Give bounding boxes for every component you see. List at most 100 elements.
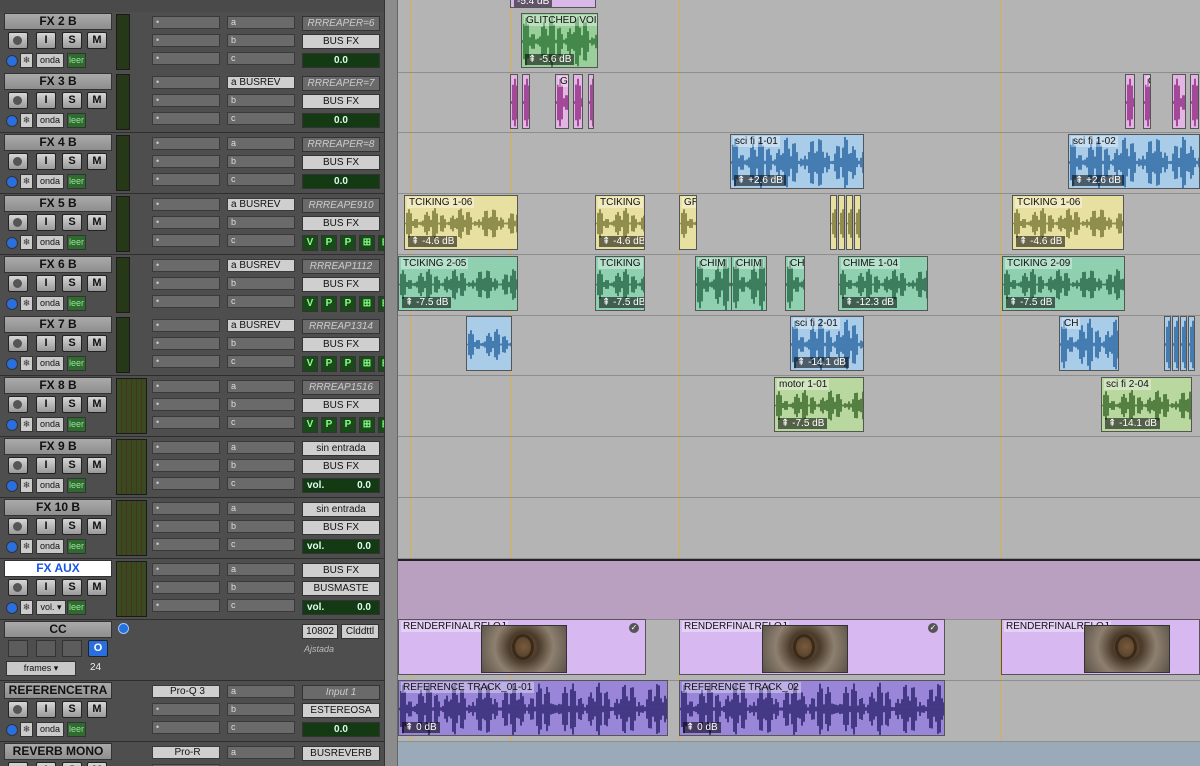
- p-toggle[interactable]: P: [321, 235, 337, 251]
- voice-icon[interactable]: [6, 237, 18, 249]
- input-selector[interactable]: BUS FX: [302, 563, 380, 578]
- record-arm-button[interactable]: [8, 92, 28, 109]
- grid-toggle[interactable]: ⊞: [359, 235, 375, 251]
- voice-icon[interactable]: [6, 419, 18, 431]
- snowflake-icon[interactable]: ❄: [20, 722, 33, 737]
- automation-read-button[interactable]: leer: [67, 235, 86, 250]
- input-monitor-button[interactable]: I: [36, 153, 56, 170]
- input-monitor-button[interactable]: I: [36, 579, 56, 596]
- voice-icon[interactable]: [6, 115, 18, 127]
- solo-button[interactable]: S: [62, 32, 82, 49]
- audio-clip[interactable]: [522, 74, 530, 129]
- audio-clip[interactable]: [1164, 316, 1171, 371]
- automation-read-button[interactable]: leer: [67, 722, 86, 737]
- audio-clip[interactable]: [588, 74, 594, 129]
- automation-read-button[interactable]: leer: [67, 478, 86, 493]
- send-slot[interactable]: b: [227, 155, 295, 168]
- send-slot[interactable]: b: [227, 216, 295, 229]
- audio-clip[interactable]: TCIKING 2-05 ⇞ -7.5 dB: [398, 256, 518, 311]
- view-mode-dropdown[interactable]: onda: [36, 356, 64, 371]
- send-slot[interactable]: c: [227, 416, 295, 429]
- insert-slot[interactable]: •: [152, 112, 220, 125]
- input-monitor-button[interactable]: I: [36, 701, 56, 718]
- insert-slot[interactable]: •: [152, 295, 220, 308]
- insert-slot[interactable]: •: [152, 16, 220, 29]
- record-arm-button[interactable]: [8, 214, 28, 231]
- output-selector[interactable]: BUS FX: [302, 277, 380, 292]
- send-slot[interactable]: a: [227, 16, 295, 29]
- send-slot[interactable]: c: [227, 477, 295, 490]
- insert-slot[interactable]: •: [152, 520, 220, 533]
- snowflake-icon[interactable]: ❄: [20, 53, 33, 68]
- audio-clip[interactable]: GR: [679, 195, 697, 250]
- input-selector[interactable]: RRREAP1516: [302, 380, 380, 395]
- audio-clip[interactable]: TCIKING 1-06 ⇞ -4.6 dB: [404, 195, 518, 250]
- send-slot[interactable]: b: [227, 94, 295, 107]
- record-arm-button[interactable]: [8, 396, 28, 413]
- send-slot[interactable]: c: [227, 295, 295, 308]
- audio-clip[interactable]: [846, 195, 853, 250]
- output-selector[interactable]: ESTEREOSA: [302, 703, 380, 718]
- insert-slot[interactable]: •: [152, 52, 220, 65]
- audio-clip[interactable]: REFERENCE TRACK_02 ⇞ 0 dB: [679, 680, 945, 736]
- timecode-rate[interactable]: 10802: [302, 624, 338, 639]
- v-toggle[interactable]: V: [302, 417, 318, 433]
- track-name[interactable]: FX 5 B: [4, 195, 112, 212]
- voice-icon[interactable]: [6, 298, 18, 310]
- insert-slot[interactable]: •: [152, 563, 220, 576]
- audio-clip[interactable]: TCIKING 2-09 ⇞ -7.5 dB: [1002, 256, 1125, 311]
- volume-field[interactable]: 0.0: [302, 174, 380, 189]
- record-arm-button[interactable]: [8, 457, 28, 474]
- send-slot[interactable]: a: [227, 137, 295, 150]
- snowflake-icon[interactable]: ❄: [20, 174, 33, 189]
- audio-clip[interactable]: Gl: [1143, 74, 1151, 129]
- insert-slot[interactable]: Pro-Q 3: [152, 685, 220, 698]
- audio-clip[interactable]: sci fi 2-01 ⇞ -14.1 dB: [790, 316, 864, 371]
- insert-slot[interactable]: •: [152, 416, 220, 429]
- input-selector[interactable]: RRREAPER=6: [302, 16, 380, 31]
- p-toggle[interactable]: P: [340, 296, 356, 312]
- volume-field[interactable]: vol. 0.0: [302, 539, 380, 554]
- input-monitor-button[interactable]: I: [36, 518, 56, 535]
- audio-clip[interactable]: TCIKING ⇞ -4.6 dB: [595, 195, 645, 250]
- send-slot[interactable]: a: [227, 746, 295, 759]
- voice-icon[interactable]: [6, 541, 18, 553]
- snowflake-icon[interactable]: ❄: [20, 296, 33, 311]
- solo-button[interactable]: S: [62, 518, 82, 535]
- send-slot[interactable]: a BUSREV: [227, 198, 295, 211]
- track-name[interactable]: FX 7 B: [4, 316, 112, 333]
- mute-button[interactable]: M: [87, 275, 107, 292]
- audio-clip[interactable]: motor 1-01 ⇞ -7.5 dB: [774, 377, 864, 432]
- record-arm-button[interactable]: [8, 701, 28, 718]
- input-monitor-button[interactable]: I: [36, 457, 56, 474]
- p-toggle[interactable]: P: [340, 235, 356, 251]
- send-slot[interactable]: c: [227, 721, 295, 734]
- plugin-toggles[interactable]: VPP⊞⊞: [302, 356, 384, 372]
- solo-button[interactable]: S: [62, 701, 82, 718]
- audio-clip[interactable]: [1172, 74, 1186, 129]
- insert-slot[interactable]: •: [152, 703, 220, 716]
- plugin-toggles[interactable]: VPP⊞⊞: [302, 235, 384, 251]
- mute-button[interactable]: M: [87, 153, 107, 170]
- track-name[interactable]: FX AUX: [4, 560, 112, 577]
- audio-clip[interactable]: [1172, 316, 1179, 371]
- snowflake-icon[interactable]: ❄: [20, 539, 33, 554]
- v-toggle[interactable]: V: [302, 296, 318, 312]
- automation-read-button[interactable]: leer: [67, 600, 86, 615]
- track-name[interactable]: FX 6 B: [4, 256, 112, 273]
- insert-slot[interactable]: •: [152, 398, 220, 411]
- audio-clip[interactable]: [1188, 316, 1195, 371]
- voice-icon[interactable]: [6, 358, 18, 370]
- output-selector[interactable]: BUS FX: [302, 459, 380, 474]
- grid-toggle[interactable]: ⊞: [359, 417, 375, 433]
- p-toggle[interactable]: P: [321, 356, 337, 372]
- view-mode-dropdown[interactable]: onda: [36, 174, 64, 189]
- send-slot[interactable]: a: [227, 685, 295, 698]
- input-selector[interactable]: RRREAPE910: [302, 198, 380, 213]
- v-toggle[interactable]: V: [302, 235, 318, 251]
- solo-button[interactable]: S: [62, 457, 82, 474]
- snowflake-icon[interactable]: ❄: [20, 356, 33, 371]
- record-arm-button[interactable]: [8, 762, 28, 766]
- view-mode-dropdown[interactable]: onda: [36, 539, 64, 554]
- output-selector[interactable]: BUS FX: [302, 337, 380, 352]
